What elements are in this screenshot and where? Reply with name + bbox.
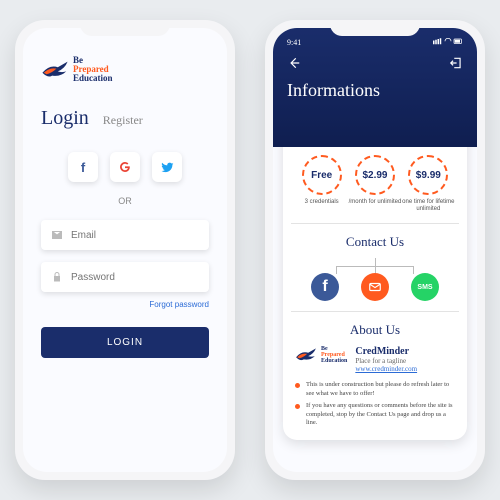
price-label: $9.99 xyxy=(408,155,448,195)
divider xyxy=(291,311,459,312)
price-option-monthly[interactable]: $2.99 /month for unlimited xyxy=(348,155,401,213)
notch xyxy=(80,20,170,36)
price-row: Free 3 credentials $2.99 /month for unli… xyxy=(295,155,455,213)
bullet-item: This is under construction but please do… xyxy=(295,381,455,398)
email-field[interactable] xyxy=(41,220,209,250)
status-time: 9:41 xyxy=(287,38,301,48)
about-name: CredMinder xyxy=(355,346,417,357)
tab-login[interactable]: Login xyxy=(41,107,89,130)
mail-icon xyxy=(368,280,382,294)
contact-email[interactable] xyxy=(361,273,389,301)
social-login-row: f xyxy=(41,152,209,182)
notch xyxy=(330,20,420,36)
tab-register[interactable]: Register xyxy=(103,113,143,128)
info-card: In App Purchases Free 3 credentials $2.9… xyxy=(283,119,467,440)
info-header: 9:41 Informations xyxy=(273,28,477,147)
brand-logo-small: Be Prepared Education xyxy=(295,346,347,364)
about-title: About Us xyxy=(295,322,455,338)
password-input[interactable] xyxy=(71,272,203,283)
contact-title: Contact Us xyxy=(295,234,455,250)
brand-logo: Be Prepared Education xyxy=(41,56,209,83)
exit-icon[interactable] xyxy=(449,56,463,70)
facebook-button[interactable]: f xyxy=(68,152,98,182)
nav-bar xyxy=(287,56,463,70)
twitter-icon xyxy=(161,161,174,174)
lock-icon xyxy=(51,271,63,283)
auth-tabs: Login Register xyxy=(41,107,209,130)
price-desc: one time for lifetime unlimited xyxy=(402,199,455,213)
about-tagline: Place for a tagline xyxy=(355,357,417,365)
bird-icon xyxy=(41,60,69,80)
about-link[interactable]: www.credminder.com xyxy=(355,365,417,373)
divider xyxy=(291,223,459,224)
status-icons xyxy=(433,38,463,48)
about-row: Be Prepared Education CredMinder Place f… xyxy=(295,346,455,373)
contact-tree: f SMS xyxy=(295,258,455,301)
contact-facebook[interactable]: f xyxy=(311,273,339,301)
status-bar: 9:41 xyxy=(287,38,463,48)
price-label: Free xyxy=(302,155,342,195)
brand-line3: Education xyxy=(73,74,113,83)
price-option-free[interactable]: Free 3 credentials xyxy=(295,155,348,213)
price-desc: /month for unlimited xyxy=(348,199,401,206)
phone-info: 9:41 Informations In App Purchases Free … xyxy=(265,20,485,480)
forgot-password-link[interactable]: Forgot password xyxy=(41,300,209,309)
login-button[interactable]: LOGIN xyxy=(41,327,209,358)
mail-icon xyxy=(51,229,63,241)
price-option-lifetime[interactable]: $9.99 one time for lifetime unlimited xyxy=(402,155,455,213)
about-bullets: This is under construction but please do… xyxy=(295,381,455,427)
page-title: Informations xyxy=(287,80,463,101)
price-desc: 3 credentials xyxy=(295,199,348,206)
password-field[interactable] xyxy=(41,262,209,292)
price-label: $2.99 xyxy=(355,155,395,195)
info-screen: 9:41 Informations In App Purchases Free … xyxy=(273,28,477,472)
or-divider: OR xyxy=(41,196,209,206)
login-screen: Be Prepared Education Login Register f O… xyxy=(23,28,227,472)
contact-sms[interactable]: SMS xyxy=(411,273,439,301)
twitter-button[interactable] xyxy=(152,152,182,182)
bird-icon xyxy=(295,347,317,363)
google-button[interactable] xyxy=(110,152,140,182)
email-input[interactable] xyxy=(71,230,203,241)
back-icon[interactable] xyxy=(287,56,301,70)
phone-login: Be Prepared Education Login Register f O… xyxy=(15,20,235,480)
google-icon xyxy=(118,160,132,174)
bullet-item: If you have any questions or comments be… xyxy=(295,402,455,427)
